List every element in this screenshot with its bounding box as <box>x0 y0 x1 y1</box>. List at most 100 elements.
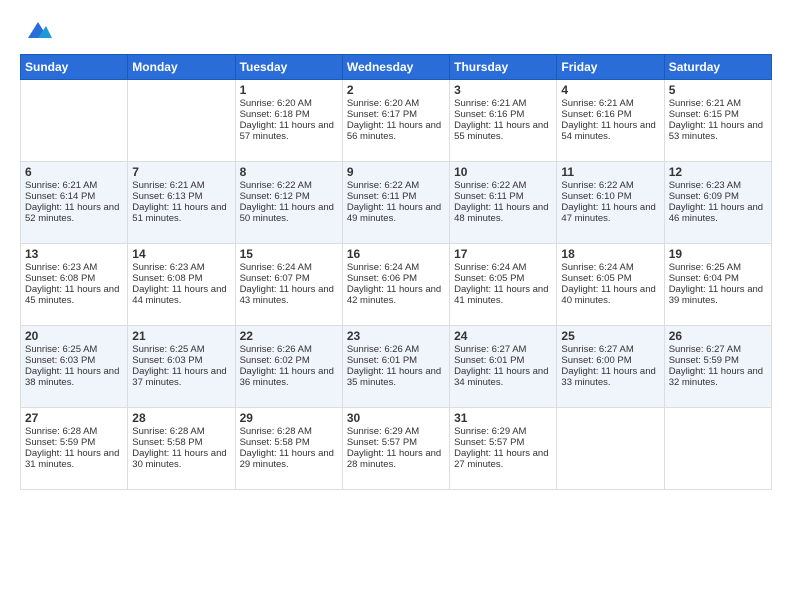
day-number: 7 <box>132 165 230 179</box>
sunrise-text: Sunrise: 6:28 AM <box>240 426 338 437</box>
sunset-text: Sunset: 6:13 PM <box>132 191 230 202</box>
sunset-text: Sunset: 6:08 PM <box>25 273 123 284</box>
sunrise-text: Sunrise: 6:22 AM <box>347 180 445 191</box>
day-number: 29 <box>240 411 338 425</box>
sunset-text: Sunset: 6:02 PM <box>240 355 338 366</box>
sunrise-text: Sunrise: 6:21 AM <box>132 180 230 191</box>
calendar-cell: 13Sunrise: 6:23 AMSunset: 6:08 PMDayligh… <box>21 244 128 326</box>
day-number: 6 <box>25 165 123 179</box>
calendar-cell: 11Sunrise: 6:22 AMSunset: 6:10 PMDayligh… <box>557 162 664 244</box>
header-tuesday: Tuesday <box>235 55 342 80</box>
header <box>20 16 772 44</box>
day-number: 26 <box>669 329 767 343</box>
day-number: 19 <box>669 247 767 261</box>
daylight-text: Daylight: 11 hours and 41 minutes. <box>454 284 552 306</box>
sunrise-text: Sunrise: 6:22 AM <box>240 180 338 191</box>
sunset-text: Sunset: 5:57 PM <box>454 437 552 448</box>
daylight-text: Daylight: 11 hours and 57 minutes. <box>240 120 338 142</box>
sunset-text: Sunset: 6:05 PM <box>454 273 552 284</box>
calendar-cell: 23Sunrise: 6:26 AMSunset: 6:01 PMDayligh… <box>342 326 449 408</box>
sunrise-text: Sunrise: 6:22 AM <box>561 180 659 191</box>
calendar-cell: 28Sunrise: 6:28 AMSunset: 5:58 PMDayligh… <box>128 408 235 490</box>
daylight-text: Daylight: 11 hours and 32 minutes. <box>669 366 767 388</box>
day-number: 22 <box>240 329 338 343</box>
daylight-text: Daylight: 11 hours and 34 minutes. <box>454 366 552 388</box>
sunset-text: Sunset: 5:59 PM <box>669 355 767 366</box>
daylight-text: Daylight: 11 hours and 45 minutes. <box>25 284 123 306</box>
sunset-text: Sunset: 6:01 PM <box>454 355 552 366</box>
sunset-text: Sunset: 6:16 PM <box>454 109 552 120</box>
daylight-text: Daylight: 11 hours and 47 minutes. <box>561 202 659 224</box>
daylight-text: Daylight: 11 hours and 27 minutes. <box>454 448 552 470</box>
header-friday: Friday <box>557 55 664 80</box>
calendar-cell: 15Sunrise: 6:24 AMSunset: 6:07 PMDayligh… <box>235 244 342 326</box>
sunrise-text: Sunrise: 6:28 AM <box>132 426 230 437</box>
sunrise-text: Sunrise: 6:21 AM <box>669 98 767 109</box>
sunset-text: Sunset: 6:17 PM <box>347 109 445 120</box>
sunset-text: Sunset: 5:58 PM <box>132 437 230 448</box>
calendar-cell: 4Sunrise: 6:21 AMSunset: 6:16 PMDaylight… <box>557 80 664 162</box>
sunrise-text: Sunrise: 6:21 AM <box>25 180 123 191</box>
calendar-cell: 12Sunrise: 6:23 AMSunset: 6:09 PMDayligh… <box>664 162 771 244</box>
daylight-text: Daylight: 11 hours and 50 minutes. <box>240 202 338 224</box>
page: SundayMondayTuesdayWednesdayThursdayFrid… <box>0 0 792 612</box>
day-number: 14 <box>132 247 230 261</box>
sunrise-text: Sunrise: 6:21 AM <box>454 98 552 109</box>
calendar-cell: 6Sunrise: 6:21 AMSunset: 6:14 PMDaylight… <box>21 162 128 244</box>
calendar-cell: 21Sunrise: 6:25 AMSunset: 6:03 PMDayligh… <box>128 326 235 408</box>
day-number: 18 <box>561 247 659 261</box>
daylight-text: Daylight: 11 hours and 55 minutes. <box>454 120 552 142</box>
header-wednesday: Wednesday <box>342 55 449 80</box>
daylight-text: Daylight: 11 hours and 46 minutes. <box>669 202 767 224</box>
calendar-cell: 24Sunrise: 6:27 AMSunset: 6:01 PMDayligh… <box>450 326 557 408</box>
sunset-text: Sunset: 5:57 PM <box>347 437 445 448</box>
sunset-text: Sunset: 6:01 PM <box>347 355 445 366</box>
calendar-table: SundayMondayTuesdayWednesdayThursdayFrid… <box>20 54 772 490</box>
sunrise-text: Sunrise: 6:24 AM <box>454 262 552 273</box>
daylight-text: Daylight: 11 hours and 38 minutes. <box>25 366 123 388</box>
day-number: 9 <box>347 165 445 179</box>
calendar-cell: 17Sunrise: 6:24 AMSunset: 6:05 PMDayligh… <box>450 244 557 326</box>
calendar-cell: 8Sunrise: 6:22 AMSunset: 6:12 PMDaylight… <box>235 162 342 244</box>
calendar-cell: 29Sunrise: 6:28 AMSunset: 5:58 PMDayligh… <box>235 408 342 490</box>
sunset-text: Sunset: 6:07 PM <box>240 273 338 284</box>
daylight-text: Daylight: 11 hours and 37 minutes. <box>132 366 230 388</box>
sunrise-text: Sunrise: 6:27 AM <box>454 344 552 355</box>
sunrise-text: Sunrise: 6:23 AM <box>132 262 230 273</box>
sunrise-text: Sunrise: 6:28 AM <box>25 426 123 437</box>
day-number: 1 <box>240 83 338 97</box>
day-number: 2 <box>347 83 445 97</box>
sunset-text: Sunset: 6:09 PM <box>669 191 767 202</box>
sunset-text: Sunset: 6:18 PM <box>240 109 338 120</box>
calendar-cell: 25Sunrise: 6:27 AMSunset: 6:00 PMDayligh… <box>557 326 664 408</box>
day-number: 10 <box>454 165 552 179</box>
sunset-text: Sunset: 6:11 PM <box>454 191 552 202</box>
daylight-text: Daylight: 11 hours and 44 minutes. <box>132 284 230 306</box>
calendar-cell: 5Sunrise: 6:21 AMSunset: 6:15 PMDaylight… <box>664 80 771 162</box>
sunset-text: Sunset: 6:08 PM <box>132 273 230 284</box>
daylight-text: Daylight: 11 hours and 36 minutes. <box>240 366 338 388</box>
calendar-cell: 19Sunrise: 6:25 AMSunset: 6:04 PMDayligh… <box>664 244 771 326</box>
daylight-text: Daylight: 11 hours and 33 minutes. <box>561 366 659 388</box>
week-row-4: 20Sunrise: 6:25 AMSunset: 6:03 PMDayligh… <box>21 326 772 408</box>
calendar-header-row: SundayMondayTuesdayWednesdayThursdayFrid… <box>21 55 772 80</box>
week-row-3: 13Sunrise: 6:23 AMSunset: 6:08 PMDayligh… <box>21 244 772 326</box>
day-number: 13 <box>25 247 123 261</box>
sunrise-text: Sunrise: 6:26 AM <box>347 344 445 355</box>
day-number: 28 <box>132 411 230 425</box>
day-number: 8 <box>240 165 338 179</box>
daylight-text: Daylight: 11 hours and 52 minutes. <box>25 202 123 224</box>
daylight-text: Daylight: 11 hours and 56 minutes. <box>347 120 445 142</box>
day-number: 11 <box>561 165 659 179</box>
sunrise-text: Sunrise: 6:25 AM <box>669 262 767 273</box>
day-number: 16 <box>347 247 445 261</box>
week-row-5: 27Sunrise: 6:28 AMSunset: 5:59 PMDayligh… <box>21 408 772 490</box>
daylight-text: Daylight: 11 hours and 54 minutes. <box>561 120 659 142</box>
logo <box>20 16 52 44</box>
day-number: 17 <box>454 247 552 261</box>
sunrise-text: Sunrise: 6:29 AM <box>347 426 445 437</box>
sunset-text: Sunset: 5:59 PM <box>25 437 123 448</box>
header-thursday: Thursday <box>450 55 557 80</box>
day-number: 24 <box>454 329 552 343</box>
sunset-text: Sunset: 6:03 PM <box>25 355 123 366</box>
